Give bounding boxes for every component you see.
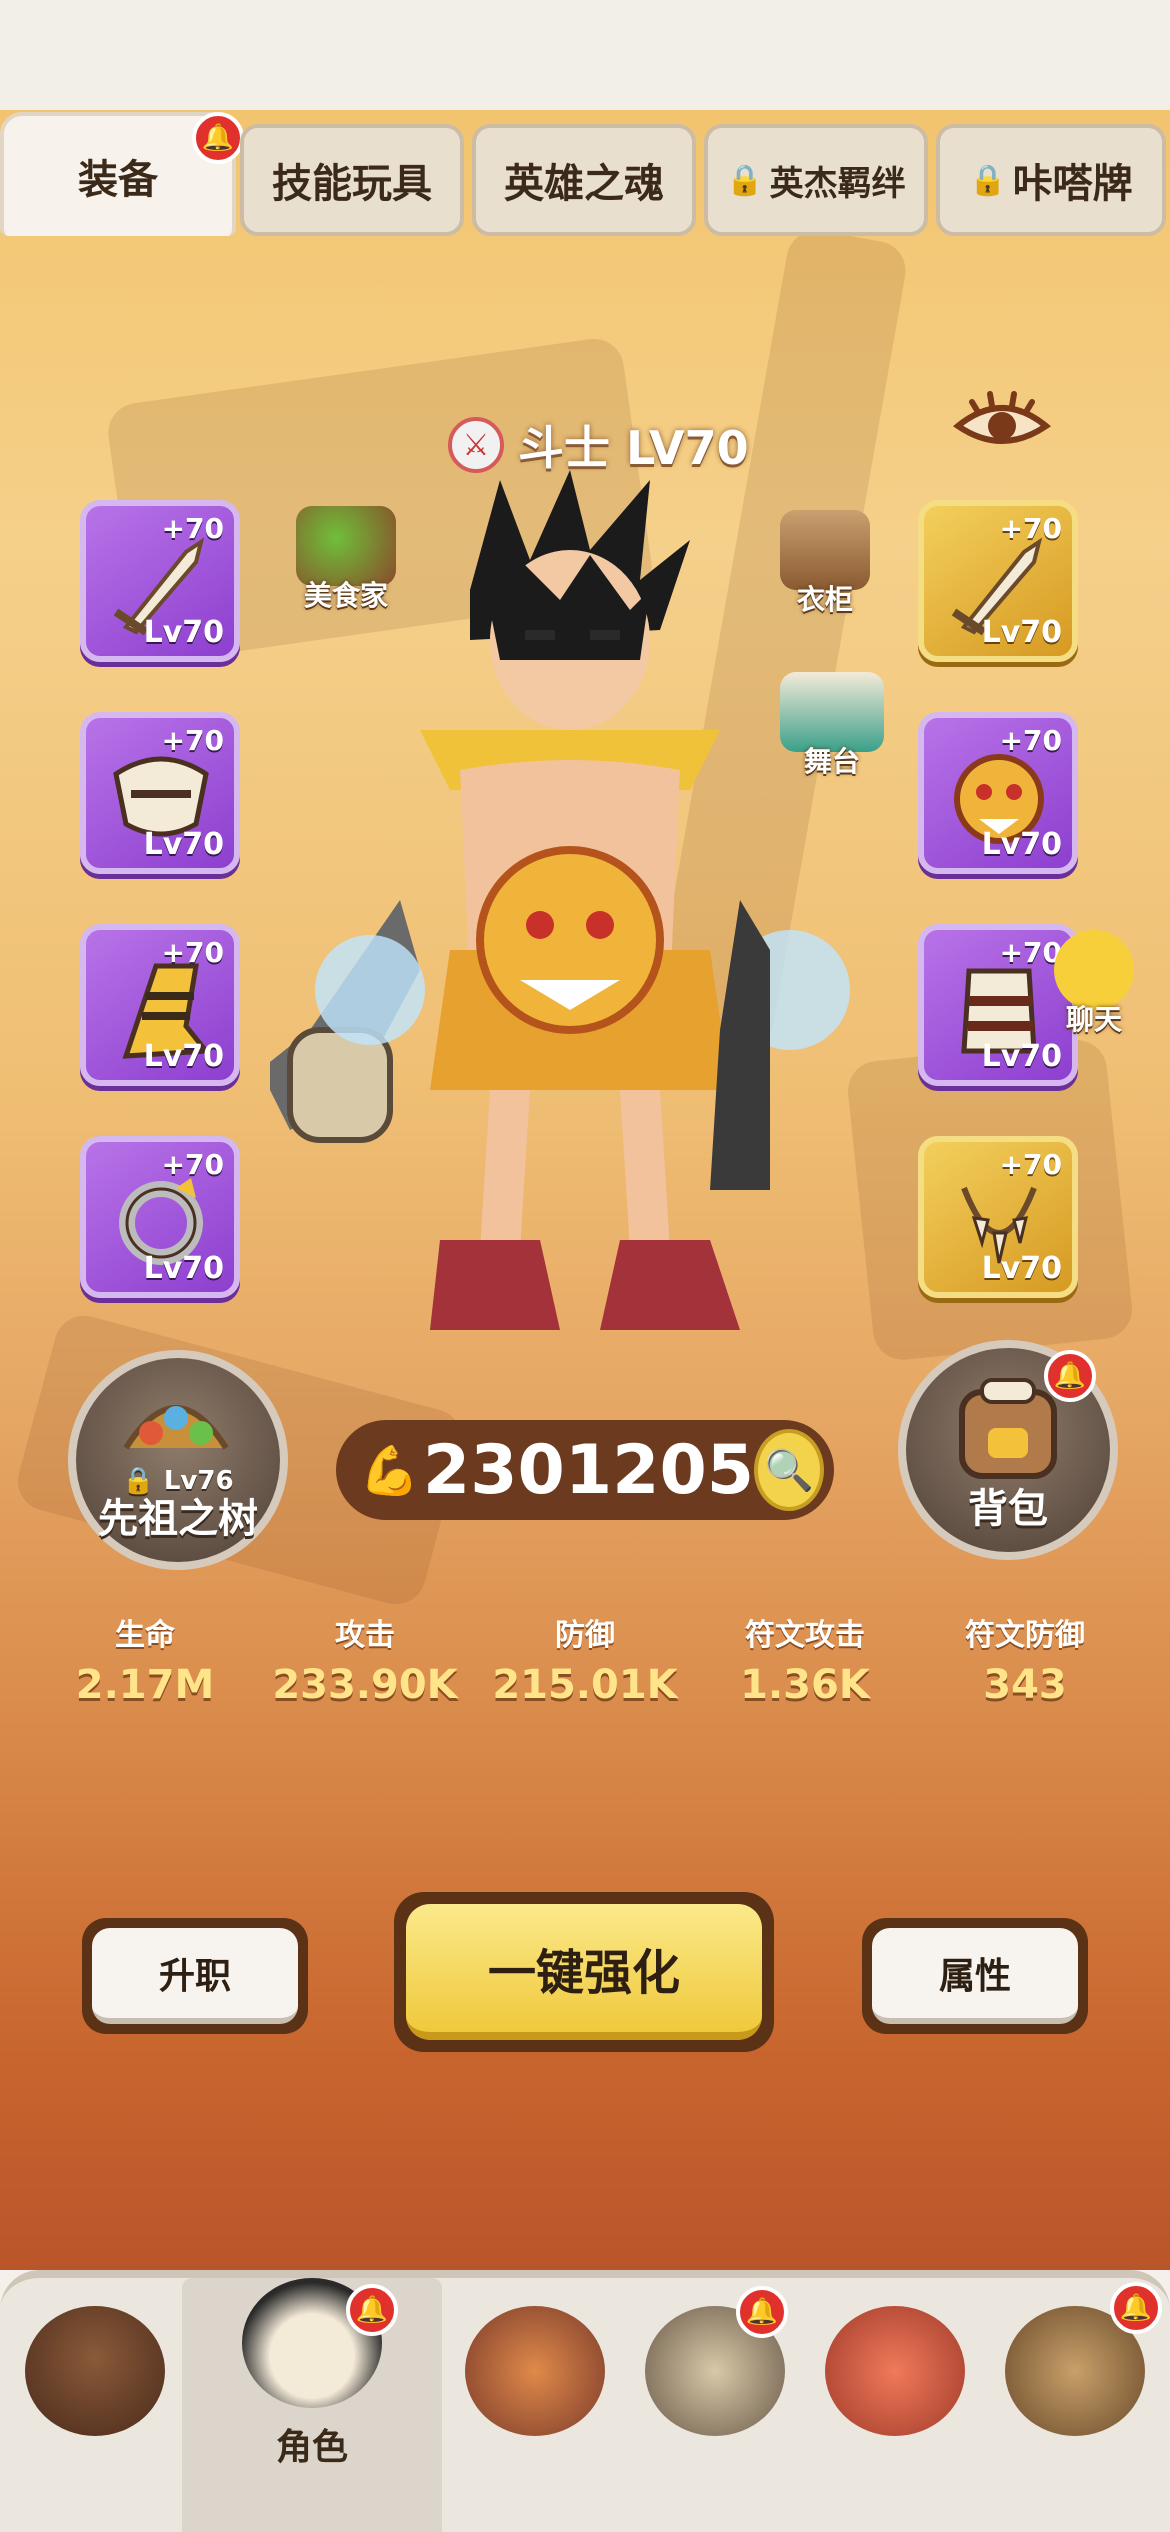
equip-slot-left-4[interactable]: +70 Lv70 bbox=[80, 1136, 240, 1298]
nav-character-label: 角色 bbox=[275, 2427, 348, 2468]
equip-slot-right-2[interactable]: +70 Lv70 bbox=[918, 712, 1078, 874]
enhance-level: +70 bbox=[161, 512, 224, 545]
lock-icon: 🔒 bbox=[969, 162, 1007, 198]
tab-equipment-label: 装备 bbox=[78, 157, 158, 203]
tab-hero-bond-label: 英杰羁绊 bbox=[769, 163, 906, 204]
enhance-level: +70 bbox=[999, 1148, 1062, 1181]
promote-label: 升职 bbox=[92, 1928, 298, 2024]
foodie-button[interactable]: 美食家 bbox=[296, 506, 396, 614]
dino-pet-icon bbox=[825, 2306, 965, 2436]
enhance-level: +70 bbox=[999, 724, 1062, 757]
enhance-level: +70 bbox=[161, 1148, 224, 1181]
attributes-label: 属性 bbox=[872, 1928, 1078, 2024]
tab-hero-soul[interactable]: 英雄之魂 bbox=[472, 124, 696, 236]
bell-badge-icon: 🔔 bbox=[1110, 2282, 1162, 2334]
item-level: Lv70 bbox=[143, 1251, 224, 1286]
enhance-all-button[interactable]: 一键强化 bbox=[394, 1892, 774, 2052]
crossed-swords-icon: ⚔ bbox=[448, 417, 504, 473]
item-level: Lv70 bbox=[143, 615, 224, 650]
foodie-label: 美食家 bbox=[303, 579, 388, 612]
item-level: Lv70 bbox=[981, 827, 1062, 862]
enhance-level: +70 bbox=[161, 936, 224, 969]
nav-totem[interactable] bbox=[450, 2306, 620, 2496]
stats-panel: 生命 2.17M 攻击 233.90K 防御 215.01K 符文攻击 1.36… bbox=[40, 1610, 1130, 1708]
search-icon[interactable]: 🔍 bbox=[754, 1429, 824, 1511]
equip-slot-right-4[interactable]: +70 Lv70 bbox=[918, 1136, 1078, 1298]
stage-button[interactable]: 舞台 bbox=[780, 672, 884, 780]
equip-slot-left-3[interactable]: +70 Lv70 bbox=[80, 924, 240, 1086]
bell-badge-icon: 🔔 bbox=[192, 112, 244, 164]
enhance-level: +70 bbox=[999, 512, 1062, 545]
tab-card-label: 咔嗒牌 bbox=[1012, 161, 1133, 207]
tab-hero-bond[interactable]: 🔒 英杰羁绊 bbox=[704, 124, 928, 236]
tab-card[interactable]: 🔒 咔嗒牌 bbox=[936, 124, 1166, 236]
ancestor-tree-button[interactable]: 🔒 Lv76 先祖之树 bbox=[68, 1350, 288, 1570]
muscle-icon: 💪 bbox=[359, 1442, 420, 1499]
stat-value: 233.90K bbox=[272, 1662, 458, 1708]
enhance-all-label: 一键强化 bbox=[406, 1904, 762, 2040]
stat-rune-defense: 符文防御 343 bbox=[920, 1610, 1130, 1708]
stat-rune-attack: 符文攻击 1.36K bbox=[700, 1610, 910, 1708]
attributes-button[interactable]: 属性 bbox=[862, 1918, 1088, 2034]
stat-value: 2.17M bbox=[75, 1662, 215, 1708]
wardrobe-label: 衣柜 bbox=[796, 583, 853, 616]
tab-skill-toys-label: 技能玩具 bbox=[272, 161, 432, 207]
hero-name: 斗士 LV70 bbox=[518, 421, 749, 475]
equipment-tabs: 装备 🔔 技能玩具 英雄之魂 🔒 英杰羁绊 🔒 咔嗒牌 bbox=[0, 112, 1170, 242]
nav-tribe[interactable] bbox=[990, 2306, 1160, 2496]
tree-emblem-icon bbox=[123, 1405, 229, 1450]
item-level: Lv70 bbox=[143, 1039, 224, 1074]
stat-defense: 防御 215.01K bbox=[480, 1610, 690, 1708]
item-level: Lv70 bbox=[981, 615, 1062, 650]
nav-home[interactable] bbox=[10, 2306, 180, 2496]
ancestor-tree-label: 先祖之树 bbox=[98, 1496, 258, 1542]
eye-icon[interactable] bbox=[952, 382, 1052, 462]
bell-badge-icon: 🔔 bbox=[736, 2286, 788, 2338]
stat-value: 215.01K bbox=[492, 1662, 678, 1708]
bell-badge-icon: 🔔 bbox=[346, 2284, 398, 2336]
chat-button[interactable]: 聊天 bbox=[1054, 930, 1134, 1038]
nav-character[interactable]: 角色 bbox=[182, 2278, 442, 2532]
bottom-nav: 角色 🔔 🔔 🔔 bbox=[0, 2270, 1170, 2532]
lock-icon: 🔒 bbox=[726, 162, 764, 198]
combat-power-value: 2301205 bbox=[422, 1430, 755, 1510]
tab-skill-toys[interactable]: 技能玩具 bbox=[240, 124, 464, 236]
bear-home-icon bbox=[25, 2306, 165, 2436]
combat-power-bar: 💪 2301205 🔍 bbox=[336, 1420, 834, 1520]
stat-attack: 攻击 233.90K bbox=[260, 1610, 470, 1708]
stat-label: 生命 bbox=[115, 1618, 175, 1653]
top-status-area bbox=[0, 0, 1170, 110]
wardrobe-button[interactable]: 衣柜 bbox=[780, 510, 870, 618]
stat-label: 符文防御 bbox=[965, 1618, 1085, 1653]
equip-slot-left-1[interactable]: +70 Lv70 bbox=[80, 500, 240, 662]
bell-badge-icon: 🔔 bbox=[1044, 1350, 1096, 1402]
hero-title: ⚔ 斗士 LV70 bbox=[448, 412, 749, 478]
stat-hp: 生命 2.17M bbox=[40, 1610, 250, 1708]
enhance-level: +70 bbox=[999, 936, 1062, 969]
equip-slot-right-1[interactable]: +70 Lv70 bbox=[918, 500, 1078, 662]
stat-label: 攻击 bbox=[335, 1618, 395, 1653]
item-level: Lv70 bbox=[143, 827, 224, 862]
stat-label: 符文攻击 bbox=[745, 1618, 865, 1653]
stat-value: 1.36K bbox=[740, 1662, 870, 1708]
stat-value: 343 bbox=[983, 1662, 1067, 1708]
equip-slot-left-2[interactable]: +70 Lv70 bbox=[80, 712, 240, 874]
backpack-label: 背包 bbox=[968, 1486, 1048, 1532]
stat-label: 防御 bbox=[555, 1618, 615, 1653]
item-level: Lv70 bbox=[981, 1251, 1062, 1286]
totem-mask-icon bbox=[465, 2306, 605, 2436]
promote-button[interactable]: 升职 bbox=[82, 1918, 308, 2034]
nav-pet[interactable] bbox=[810, 2306, 980, 2496]
tab-hero-soul-label: 英雄之魂 bbox=[504, 161, 664, 207]
stage-label: 舞台 bbox=[803, 745, 860, 778]
enhance-level: +70 bbox=[161, 724, 224, 757]
chat-label: 聊天 bbox=[1065, 1003, 1122, 1036]
item-level: Lv70 bbox=[981, 1039, 1062, 1074]
